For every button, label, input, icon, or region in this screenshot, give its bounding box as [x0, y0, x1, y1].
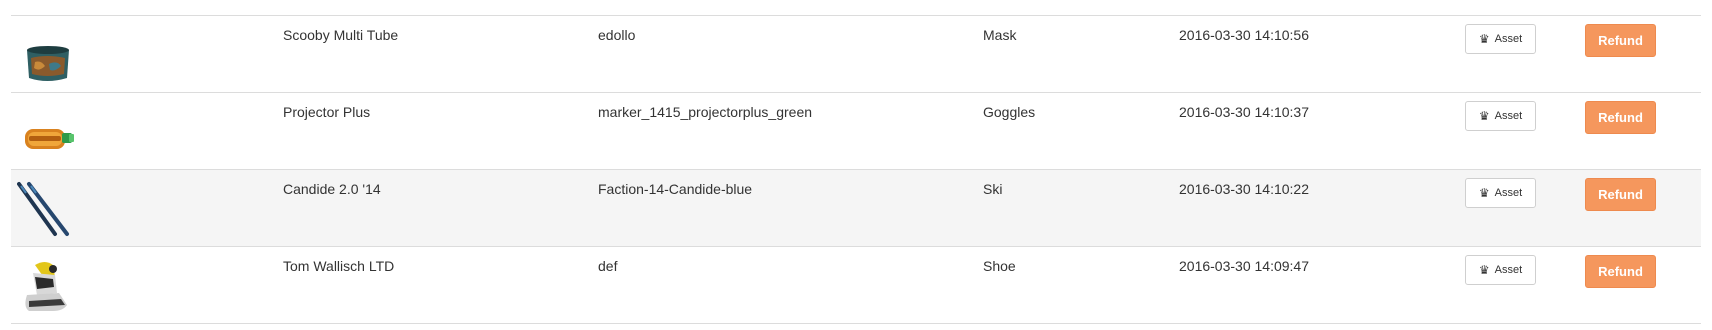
asset-button[interactable]: ♛ Asset [1465, 255, 1536, 285]
skis-icon [17, 176, 77, 242]
refund-button[interactable]: Refund [1585, 101, 1656, 134]
product-type: Mask [983, 27, 1017, 43]
product-sku: Faction-14-Candide-blue [598, 181, 753, 197]
chess-queen-icon: ♛ [1478, 109, 1490, 123]
neck-tube-icon [17, 22, 77, 88]
product-sku: edollo [598, 27, 636, 43]
product-name: Scooby Multi Tube [283, 27, 399, 43]
asset-button-label: Asset [1494, 110, 1523, 122]
ski-boot-icon [17, 253, 77, 319]
transaction-date: 2016-03-30 14:10:22 [1179, 181, 1309, 197]
asset-button[interactable]: ♛ Asset [1465, 101, 1536, 131]
asset-button[interactable]: ♛ Asset [1465, 178, 1536, 208]
product-sku: def [598, 258, 618, 274]
goggles-icon [17, 99, 77, 165]
chess-queen-icon: ♛ [1478, 263, 1490, 277]
table-row: Candide 2.0 '14 Faction-14-Candide-blue … [11, 170, 1701, 247]
asset-button-label: Asset [1494, 264, 1523, 276]
asset-button-label: Asset [1494, 33, 1523, 45]
refund-button[interactable]: Refund [1585, 255, 1656, 288]
table-row: Tom Wallisch LTD def Shoe 2016-03-30 14:… [11, 247, 1701, 324]
refund-button[interactable]: Refund [1585, 24, 1656, 57]
product-type: Ski [983, 181, 1003, 197]
table-row: Projector Plus marker_1415_projectorplus… [11, 93, 1701, 170]
product-sku: marker_1415_projectorplus_green [598, 104, 813, 120]
asset-button[interactable]: ♛ Asset [1465, 24, 1536, 54]
product-type: Shoe [983, 258, 1016, 274]
transaction-date: 2016-03-30 14:10:56 [1179, 27, 1309, 43]
product-name: Tom Wallisch LTD [283, 258, 395, 274]
refund-button[interactable]: Refund [1585, 178, 1656, 211]
table-row: Scooby Multi Tube edollo Mask 2016-03-30… [11, 16, 1701, 93]
chess-queen-icon: ♛ [1478, 32, 1490, 46]
chess-queen-icon: ♛ [1478, 186, 1490, 200]
product-name: Projector Plus [283, 104, 371, 120]
product-type: Goggles [983, 104, 1036, 120]
transactions-table: Scooby Multi Tube edollo Mask 2016-03-30… [11, 15, 1701, 324]
transaction-date: 2016-03-30 14:10:37 [1179, 104, 1309, 120]
transaction-date: 2016-03-30 14:09:47 [1179, 258, 1309, 274]
product-name: Candide 2.0 '14 [283, 181, 381, 197]
asset-button-label: Asset [1494, 187, 1523, 199]
